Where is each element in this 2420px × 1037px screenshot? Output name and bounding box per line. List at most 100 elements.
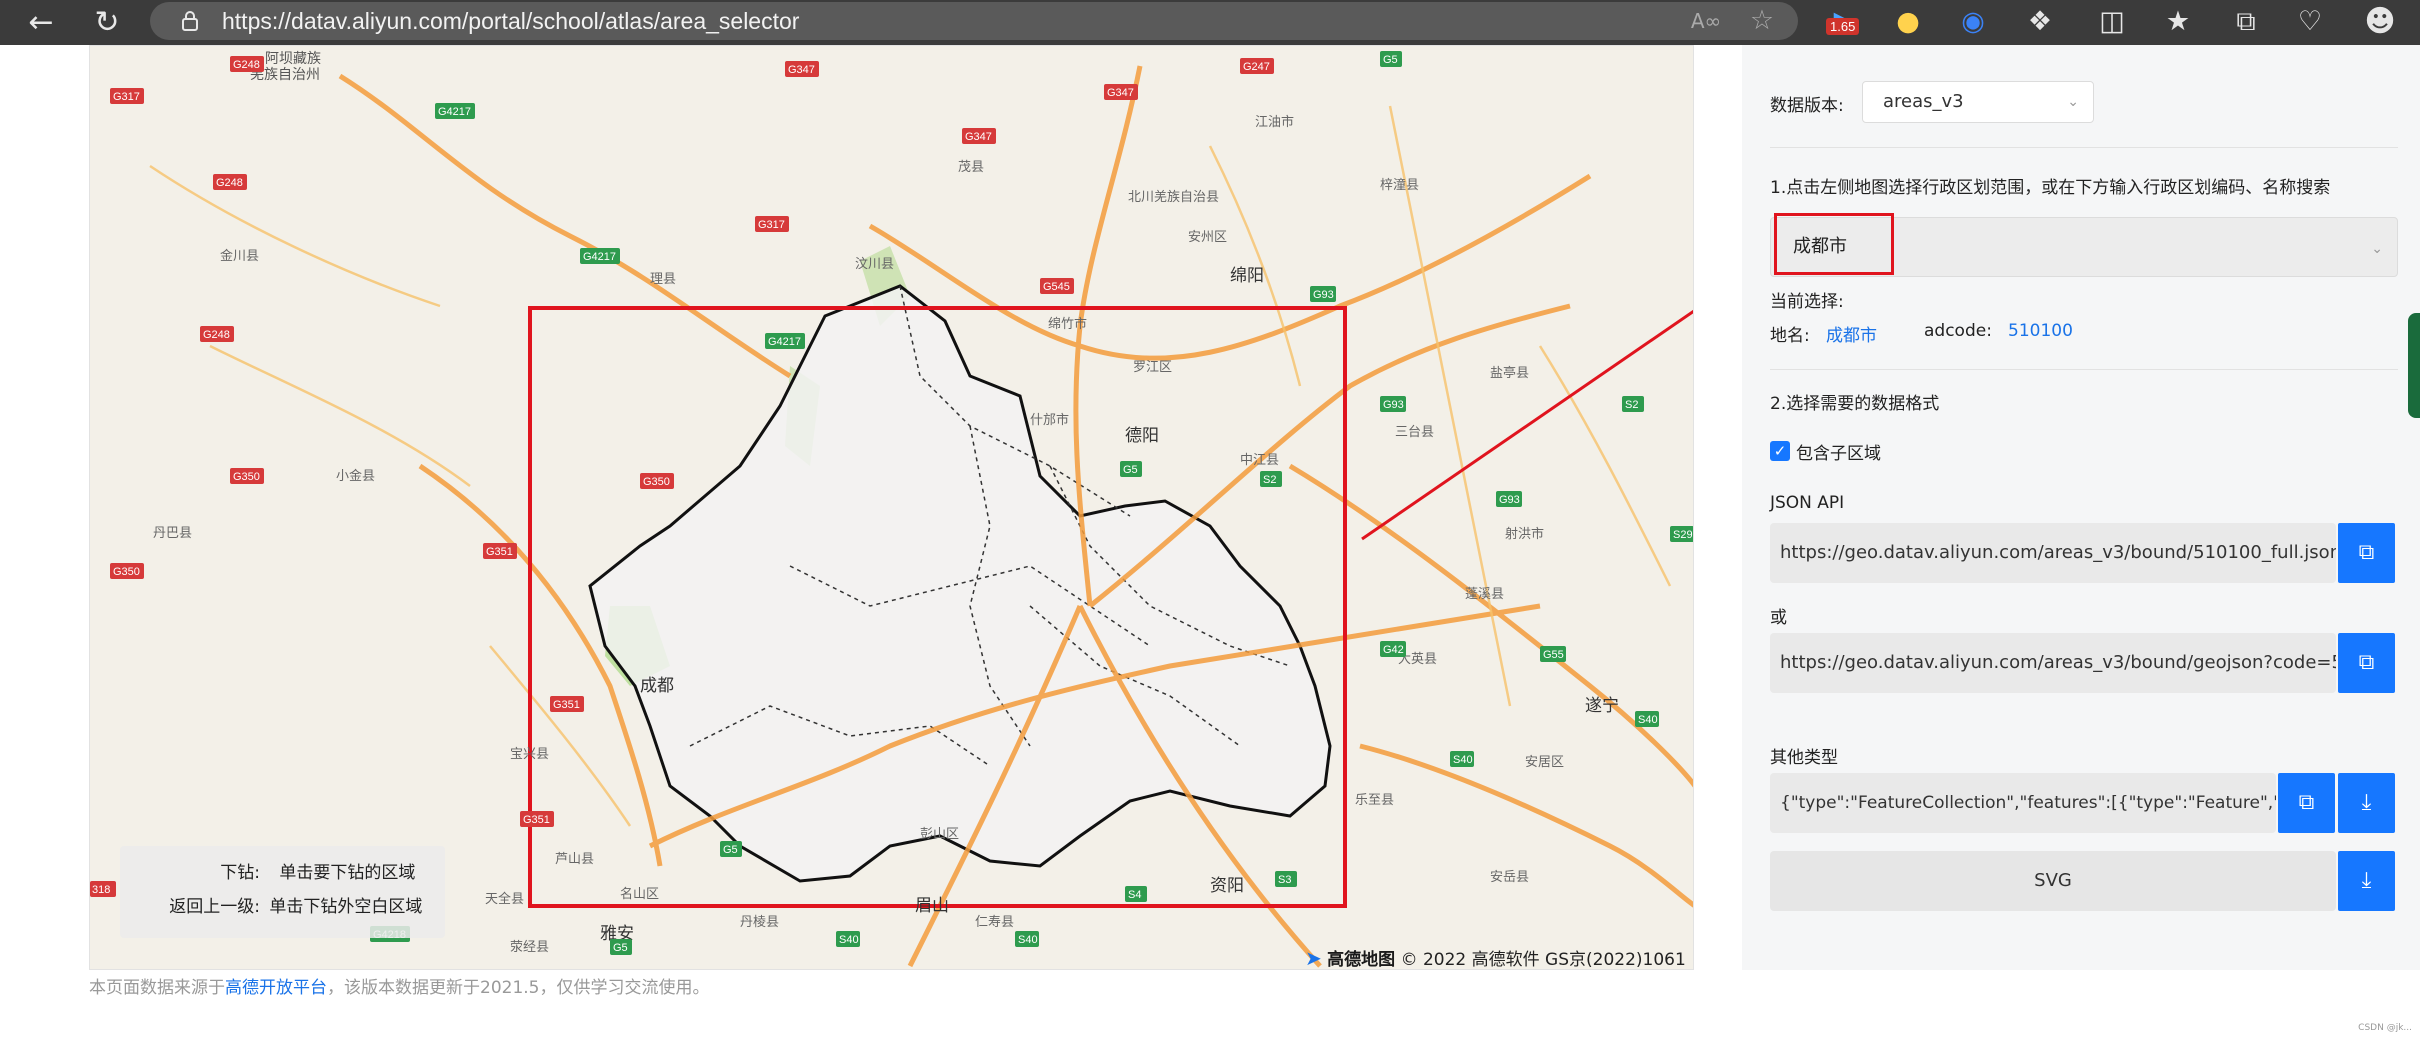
svg-text:江油市: 江油市 <box>1255 114 1294 129</box>
data-version-select[interactable]: areas_v3 ⌄ <box>1862 81 2094 123</box>
svg-text:丹巴县: 丹巴县 <box>153 525 192 540</box>
place-name-value[interactable]: 成都市 <box>1826 321 1877 346</box>
extension-icon[interactable]: ● <box>1890 4 1926 40</box>
chevron-down-icon: ⌄ <box>2067 94 2079 110</box>
svg-text:金川县: 金川县 <box>220 248 259 263</box>
svg-text:G5: G5 <box>723 844 738 856</box>
svg-text:G4217: G4217 <box>583 251 616 263</box>
hint-go-up: 返回上一级: 单击下钻外空白区域 <box>169 897 423 917</box>
divider <box>1770 369 2398 370</box>
svg-text:G93: G93 <box>1313 289 1334 301</box>
svg-text:丹棱县: 丹棱县 <box>740 914 779 929</box>
svg-text:G351: G351 <box>486 546 513 558</box>
city-label-suining: 遂宁 <box>1585 696 1619 715</box>
map-svg[interactable]: 成都 德阳 绵阳 资阳 眉山 雅安 遂宁 阿坝藏族 羌族自治州 金川县 小金县 … <box>90 46 1694 970</box>
extension-icon[interactable]: ❖ <box>2022 4 2058 40</box>
svg-text:名山区: 名山区 <box>620 886 659 901</box>
city-label-mianyang: 绵阳 <box>1230 266 1264 285</box>
favorite-star-icon[interactable]: ☆ <box>1744 3 1780 39</box>
svg-text:G351: G351 <box>553 699 580 711</box>
back-icon[interactable]: ← <box>18 0 64 45</box>
read-aloud-icon[interactable]: A∞ <box>1688 3 1724 39</box>
svg-text:G248: G248 <box>233 59 260 71</box>
svg-text:彭山区: 彭山区 <box>920 826 959 841</box>
step1-instruction: 1.点击左侧地图选择行政区划范围，或在下方输入行政区划编码、名称搜索 <box>1770 178 2331 198</box>
svg-text:G247: G247 <box>1243 61 1270 73</box>
copy-icon: ⧉ <box>2358 540 2375 565</box>
chengdu-boundary[interactable] <box>588 284 1332 883</box>
include-subregions-checkbox[interactable]: ✓ <box>1770 441 1790 461</box>
svg-text:小金县: 小金县 <box>336 468 375 483</box>
profile-icon[interactable]: ☻ <box>2362 4 2398 40</box>
svg-text:G351: G351 <box>523 814 550 826</box>
favorites-icon[interactable]: ★ <box>2160 4 2196 40</box>
copy-geojson-button[interactable]: ⧉ <box>2338 633 2395 693</box>
copy-icon: ⧉ <box>2358 650 2375 675</box>
svg-text:G317: G317 <box>113 91 140 103</box>
address-bar[interactable]: https://datav.aliyun.com/portal/school/a… <box>150 2 1798 40</box>
svg-text:蓬溪县: 蓬溪县 <box>1465 586 1504 601</box>
svg-text:S40: S40 <box>1638 714 1658 726</box>
city-label-ziyang: 资阳 <box>1210 876 1244 895</box>
place-name-label: 地名: <box>1770 326 1810 346</box>
svg-text:G5: G5 <box>613 942 628 954</box>
json-api-label: JSON API <box>1770 493 1845 513</box>
svg-export-button[interactable]: SVG <box>1770 851 2336 911</box>
svg-text:S40: S40 <box>1018 934 1038 946</box>
svg-text:阿坝藏族: 阿坝藏族 <box>265 50 321 66</box>
svg-text:理县: 理县 <box>650 271 676 286</box>
copy-json-api-button[interactable]: ⧉ <box>2338 523 2395 583</box>
svg-text:宝兴县: 宝兴县 <box>510 746 549 761</box>
copy-icon: ⧉ <box>2298 790 2315 815</box>
svg-text:S2: S2 <box>1263 474 1276 486</box>
svg-text:盐亭县: 盐亭县 <box>1490 365 1529 380</box>
geojson-text-field[interactable]: {"type":"FeatureCollection","features":[… <box>1770 773 2276 833</box>
adcode-label: adcode: <box>1924 321 1992 341</box>
copy-geojson-text-button[interactable]: ⧉ <box>2278 773 2335 833</box>
download-svg-button[interactable]: ⤓ <box>2338 851 2395 911</box>
svg-text:G350: G350 <box>643 476 670 488</box>
json-api-url-field[interactable]: https://geo.datav.aliyun.com/areas_v3/bo… <box>1770 523 2336 583</box>
svg-text:G350: G350 <box>233 471 260 483</box>
amap-open-platform-link[interactable]: 高德开放平台 <box>225 978 327 998</box>
svg-text:绵竹市: 绵竹市 <box>1048 316 1087 331</box>
data-source-note: 本页面数据来源于高德开放平台，该版本数据更新于2021.5，仅供学习交流使用。 <box>89 978 710 998</box>
include-subregions-label: 包含子区域 <box>1796 444 1881 464</box>
data-version-label: 数据版本: <box>1770 96 1844 116</box>
collections-icon[interactable]: ⧉ <box>2228 4 2264 40</box>
adcode-value[interactable]: 510100 <box>2008 321 2073 341</box>
refresh-icon[interactable]: ↻ <box>84 0 130 45</box>
svg-text:G93: G93 <box>1383 399 1404 411</box>
side-widget-tab[interactable] <box>2408 313 2420 418</box>
svg-text:G248: G248 <box>216 177 243 189</box>
svg-text:G5: G5 <box>1383 54 1398 66</box>
svg-text:汶川县: 汶川县 <box>855 256 894 271</box>
svg-text:安岳县: 安岳县 <box>1490 869 1529 884</box>
svg-text:G4217: G4217 <box>438 106 471 118</box>
city-label-meishan: 眉山 <box>915 896 949 915</box>
svg-text:仁寿县: 仁寿县 <box>975 914 1014 929</box>
city-label-deyang: 德阳 <box>1125 426 1159 445</box>
download-geojson-button[interactable]: ⤓ <box>2338 773 2395 833</box>
geojson-url-field[interactable]: https://geo.datav.aliyun.com/areas_v3/bo… <box>1770 633 2336 693</box>
map-canvas[interactable]: 成都 德阳 绵阳 资阳 眉山 雅安 遂宁 阿坝藏族 羌族自治州 金川县 小金县 … <box>89 45 1694 970</box>
split-screen-icon[interactable]: ◫ <box>2094 4 2130 40</box>
svg-text:G350: G350 <box>113 566 140 578</box>
svg-text:罗江区: 罗江区 <box>1133 359 1172 374</box>
download-icon: ⤓ <box>2361 790 2372 815</box>
svg-text:S2: S2 <box>1625 399 1638 411</box>
annotation-highlight <box>1774 213 1894 275</box>
extension-icon[interactable]: ◉ <box>1955 4 1991 40</box>
other-types-label: 其他类型 <box>1770 748 1838 768</box>
svg-text:S40: S40 <box>1453 754 1473 766</box>
svg-text:荥经县: 荥经县 <box>510 939 549 954</box>
performance-icon[interactable]: ♡ <box>2292 4 2328 40</box>
or-label: 或 <box>1770 608 1787 628</box>
city-label-chengdu: 成都 <box>640 676 674 695</box>
selector-panel: 数据版本: areas_v3 ⌄ 1.点击左侧地图选择行政区划范围，或在下方输入… <box>1742 45 2420 970</box>
download-icon: ⤓ <box>2361 868 2372 893</box>
svg-text:安州区: 安州区 <box>1188 229 1227 244</box>
svg-text:S40: S40 <box>839 934 859 946</box>
svg-text:梓潼县: 梓潼县 <box>1380 177 1419 192</box>
current-selection-label: 当前选择: <box>1770 292 1844 312</box>
